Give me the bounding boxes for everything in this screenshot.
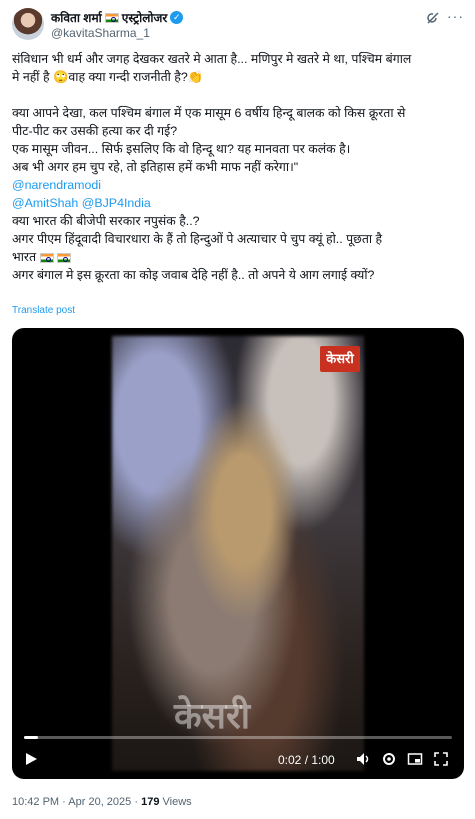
mention-bjp4india[interactable]: @BJP4India (82, 196, 151, 210)
views-count: 179 (141, 796, 160, 808)
tweet-metadata: 10:42 PM · Apr 20, 2025 · 179 Views (12, 796, 192, 808)
india-flag-icon (104, 12, 119, 23)
avatar[interactable] (12, 8, 44, 40)
picture-in-picture-icon[interactable] (406, 750, 424, 768)
play-icon[interactable] (22, 750, 40, 768)
tweet-line: भारत (12, 250, 37, 264)
tweet-line: संविधान भी धर्म और जगह देखकर खतरे मे आता… (12, 52, 412, 66)
verified-badge-icon[interactable]: ✓ (170, 11, 184, 24)
tweet-line: क्या भारत की बीजेपी सरकार नपुसंक है..? (12, 214, 200, 228)
grok-icon[interactable] (425, 10, 441, 26)
video-progress-fill (24, 736, 39, 739)
display-name-suffix[interactable]: एस्ट्रोलोजर (122, 9, 168, 26)
gear-icon[interactable] (380, 750, 398, 768)
tweet-header: कविता शर्मा एस्ट्रोलोजर ✓ @kavitaSharma_… (12, 6, 463, 46)
channel-watermark-faded: केसरी (174, 695, 251, 736)
video-progress-bar[interactable] (24, 736, 452, 739)
tweet-line: पीट-पीट कर उसकी हत्या कर दी गई? (12, 124, 178, 138)
tweet-text: संविधान भी धर्म और जगह देखकर खतरे मे आता… (12, 50, 463, 284)
volume-icon[interactable] (354, 750, 372, 768)
video-time: 0:02 / 1:00 (278, 753, 335, 767)
fullscreen-icon[interactable] (432, 750, 450, 768)
translate-post-link[interactable]: Translate post (12, 305, 75, 316)
more-icon[interactable]: ··· (447, 9, 463, 26)
india-flag-icon (39, 252, 54, 263)
meta-separator: · (134, 796, 139, 808)
tweet-date[interactable]: Apr 20, 2025 (68, 796, 131, 808)
meta-separator: · (62, 796, 66, 808)
tweet-line: क्या आपने देखा, कल पश्चिम बंगाल में एक म… (12, 106, 406, 120)
tweet-line: मे नहीं है 🙄वाह क्या गन्दी राजनीती है?👏 (12, 70, 204, 84)
tweet-line: अगर पीएम हिंदूवादी विचारधारा के हैं तो ह… (12, 232, 383, 246)
tweet-line (12, 86, 463, 104)
tweet-line: अब भी अगर हम चुप रहे, तो इतिहास हमें कभी… (12, 160, 299, 174)
display-name-text[interactable]: कविता शर्मा (51, 9, 102, 26)
tweet-line: अगर बंगाल मे इस क्रूरता का कोइ जवाब देहि… (12, 268, 375, 282)
tweet-time[interactable]: 10:42 PM (12, 796, 59, 808)
display-name[interactable]: कविता शर्मा एस्ट्रोलोजर ✓ (51, 9, 184, 26)
india-flag-icon (56, 252, 71, 263)
video-controls: 0:02 / 1:00 (12, 744, 464, 776)
video-player[interactable]: केसरी केसरी 0:02 / 1:00 (12, 328, 464, 779)
mention-amitshah[interactable]: @AmitShah (12, 196, 78, 210)
views-label: Views (162, 796, 192, 808)
tweet-line: एक मासूम जीवन... सिर्फ इसलिए कि वो हिन्द… (12, 142, 351, 156)
mention-narendramodi[interactable]: @narendramodi (12, 178, 101, 192)
channel-watermark-logo: केसरी (320, 346, 360, 372)
user-handle[interactable]: @kavitaSharma_1 (51, 26, 150, 40)
